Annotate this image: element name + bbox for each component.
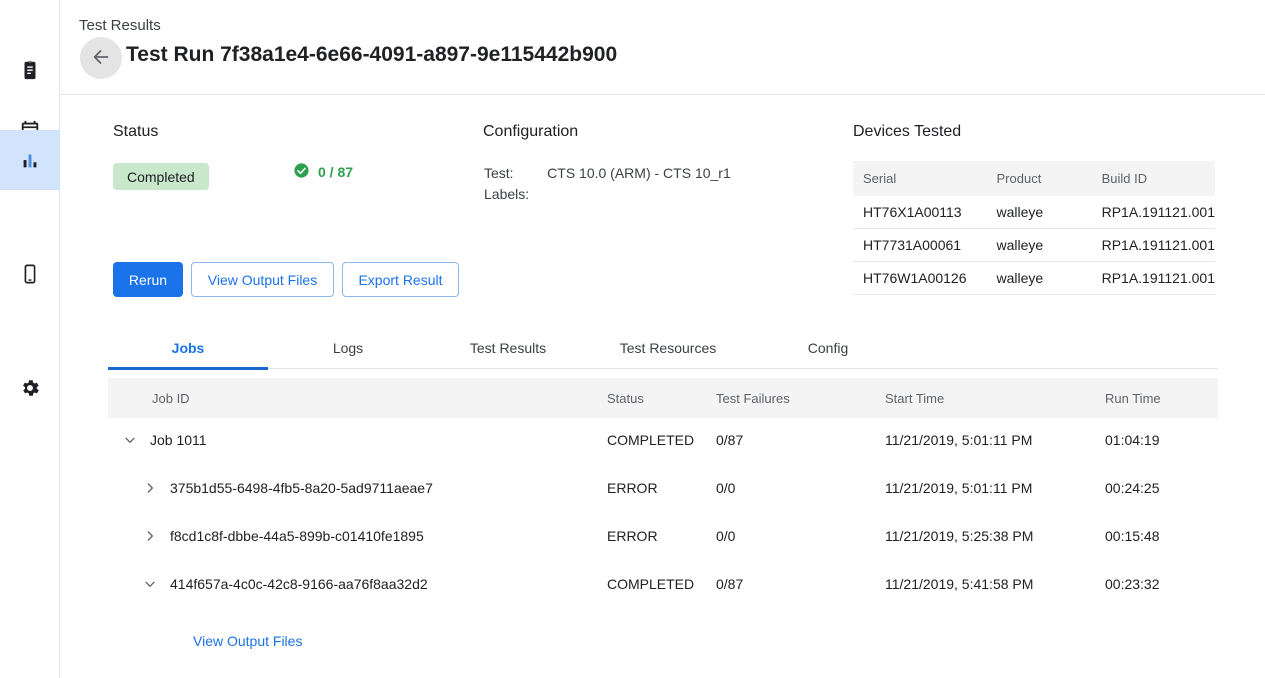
- chevron-down-icon[interactable]: [142, 576, 158, 592]
- breadcrumb[interactable]: Test Results: [79, 17, 161, 34]
- status-badge: Completed: [113, 163, 209, 190]
- job-id-text: 414f657a-4c0c-42c8-9166-aa76f8aa32d2: [170, 576, 428, 592]
- jobs-col-start-time: Start Time: [885, 391, 944, 406]
- job-test-failures: 0/87: [716, 432, 743, 448]
- table-row[interactable]: f8cd1c8f-dbbe-44a5-899b-c01410fe1895 ERR…: [108, 514, 1218, 562]
- bar-chart-icon: [19, 149, 41, 171]
- tab-test-resources[interactable]: Test Resources: [588, 327, 748, 369]
- device-serial: HT76X1A00113: [853, 196, 987, 229]
- jobs-col-job-id: Job ID: [152, 391, 190, 406]
- arrow-left-icon: [90, 46, 112, 71]
- config-value: CTS 10.0 (ARM) - CTS 10_r1: [547, 163, 731, 184]
- job-id-text: 375b1d55-6498-4fb5-8a20-5ad9711aeae7: [170, 480, 433, 496]
- app-root: Test Results Test Run 7f38a1e4-6e66-4091…: [0, 0, 1265, 678]
- job-test-failures: 0/87: [716, 576, 743, 592]
- back-button[interactable]: [80, 37, 122, 79]
- config-row: Labels:: [484, 184, 731, 205]
- devices-col-serial: Serial: [853, 161, 987, 196]
- view-output-files-link[interactable]: View Output Files: [193, 633, 302, 649]
- table-row[interactable]: 375b1d55-6498-4fb5-8a20-5ad9711aeae7 ERR…: [108, 466, 1218, 514]
- job-id-cell: Job 1011: [122, 432, 207, 448]
- job-run-time: 00:15:48: [1105, 528, 1160, 544]
- devices-col-product: Product: [987, 161, 1092, 196]
- job-run-time: 00:24:25: [1105, 480, 1160, 496]
- device-product: walleye: [987, 229, 1092, 262]
- sidebar-item-settings[interactable]: [0, 358, 60, 418]
- sidebar-item-devices[interactable]: [0, 244, 60, 304]
- job-status: COMPLETED: [607, 576, 694, 592]
- job-id-cell: 414f657a-4c0c-42c8-9166-aa76f8aa32d2: [142, 576, 428, 592]
- gear-icon: [19, 377, 41, 399]
- table-row[interactable]: Job 1011 COMPLETED 0/87 11/21/2019, 5:01…: [108, 418, 1218, 466]
- jobs-col-run-time: Run Time: [1105, 391, 1161, 406]
- tab-jobs[interactable]: Jobs: [108, 327, 268, 369]
- devices-col-build-id: Build ID: [1092, 161, 1215, 196]
- page-title: Test Run 7f38a1e4-6e66-4091-a897-9e11544…: [126, 43, 617, 67]
- device-build-id: RP1A.191121.001: [1092, 262, 1215, 295]
- job-status: ERROR: [607, 528, 658, 544]
- sidebar-item-test-results[interactable]: [0, 130, 60, 190]
- device-build-id: RP1A.191121.001: [1092, 196, 1215, 229]
- chevron-down-icon[interactable]: [122, 432, 138, 448]
- failure-count-text: 0 / 87: [318, 164, 353, 180]
- tab-config[interactable]: Config: [748, 327, 908, 369]
- config-key: Labels:: [484, 184, 547, 205]
- chevron-right-icon[interactable]: [142, 528, 158, 544]
- job-start-time: 11/21/2019, 5:41:58 PM: [885, 576, 1033, 592]
- tab-logs[interactable]: Logs: [268, 327, 428, 369]
- table-row: HT7731A00061 walleye RP1A.191121.001: [853, 229, 1215, 262]
- table-row: HT76W1A00126 walleye RP1A.191121.001: [853, 262, 1215, 295]
- configuration-details: Test: CTS 10.0 (ARM) - CTS 10_r1 Labels:: [484, 163, 731, 205]
- jobs-table-body: Job 1011 COMPLETED 0/87 11/21/2019, 5:01…: [108, 418, 1218, 610]
- check-circle-icon: [293, 162, 310, 182]
- job-start-time: 11/21/2019, 5:25:38 PM: [885, 528, 1033, 544]
- job-start-time: 11/21/2019, 5:01:11 PM: [885, 480, 1032, 496]
- job-run-time: 00:23:32: [1105, 576, 1160, 592]
- status-section-title: Status: [113, 123, 158, 141]
- jobs-table-header: Job ID Status Test Failures Start Time R…: [108, 378, 1218, 418]
- jobs-col-test-failures: Test Failures: [716, 391, 790, 406]
- page-header: Test Results Test Run 7f38a1e4-6e66-4091…: [60, 0, 1265, 95]
- clipboard-icon: [19, 59, 41, 81]
- configuration-section-title: Configuration: [483, 123, 578, 141]
- job-run-time: 01:04:19: [1105, 432, 1160, 448]
- config-value: [547, 184, 731, 205]
- job-id-cell: 375b1d55-6498-4fb5-8a20-5ad9711aeae7: [142, 480, 433, 496]
- job-status: ERROR: [607, 480, 658, 496]
- devices-table: Serial Product Build ID HT76X1A00113 wal…: [853, 161, 1215, 295]
- device-product: walleye: [987, 196, 1092, 229]
- job-id-text: f8cd1c8f-dbbe-44a5-899b-c01410fe1895: [170, 528, 424, 544]
- tab-test-results[interactable]: Test Results: [428, 327, 588, 369]
- config-row: Test: CTS 10.0 (ARM) - CTS 10_r1: [484, 163, 731, 184]
- sidebar-item-test-plans[interactable]: [0, 40, 60, 100]
- job-start-time: 11/21/2019, 5:01:11 PM: [885, 432, 1032, 448]
- devices-table-header-row: Serial Product Build ID: [853, 161, 1215, 196]
- device-product: walleye: [987, 262, 1092, 295]
- device-icon: [19, 263, 41, 285]
- jobs-col-status: Status: [607, 391, 644, 406]
- job-status: COMPLETED: [607, 432, 694, 448]
- table-row: HT76X1A00113 walleye RP1A.191121.001: [853, 196, 1215, 229]
- job-id-cell: f8cd1c8f-dbbe-44a5-899b-c01410fe1895: [142, 528, 424, 544]
- device-serial: HT7731A00061: [853, 229, 987, 262]
- sidebar: [0, 0, 60, 678]
- devices-section-title: Devices Tested: [853, 123, 961, 141]
- export-result-button[interactable]: Export Result: [342, 262, 459, 297]
- device-serial: HT76W1A00126: [853, 262, 987, 295]
- failure-count: 0 / 87: [293, 162, 353, 182]
- job-test-failures: 0/0: [716, 528, 735, 544]
- device-build-id: RP1A.191121.001: [1092, 229, 1215, 262]
- job-test-failures: 0/0: [716, 480, 735, 496]
- job-id-text: Job 1011: [150, 432, 207, 448]
- table-row[interactable]: 414f657a-4c0c-42c8-9166-aa76f8aa32d2 COM…: [108, 562, 1218, 610]
- view-output-files-button[interactable]: View Output Files: [191, 262, 334, 297]
- chevron-right-icon[interactable]: [142, 480, 158, 496]
- rerun-button[interactable]: Rerun: [113, 262, 183, 297]
- tab-bar: Jobs Logs Test Results Test Resources Co…: [108, 327, 1218, 369]
- config-key: Test:: [484, 163, 547, 184]
